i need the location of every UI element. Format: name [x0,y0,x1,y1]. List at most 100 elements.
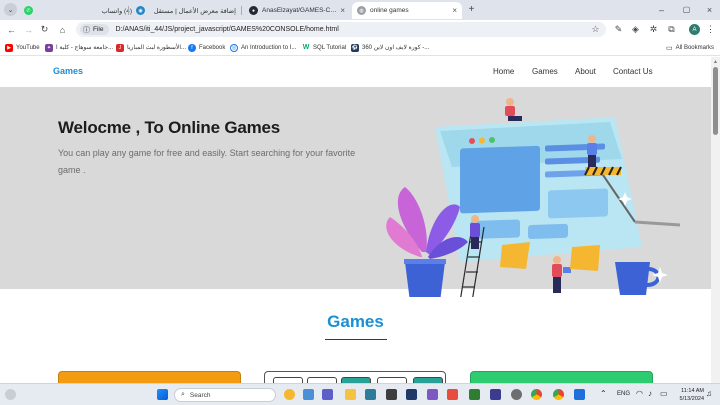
tab-search-button[interactable]: ⌄ [4,3,17,16]
puzzle-extension-icon[interactable]: ⧉ [665,23,678,36]
bookmark-sql-tutorial[interactable]: W SQL Tutorial [302,42,346,53]
hero-illustration [386,98,681,297]
sticky-note [500,242,530,269]
teams-icon[interactable] [322,389,333,400]
bookmark-introduction[interactable]: ◎ An Introduction to I... [230,42,296,53]
menu-icon[interactable]: ⋮ [704,23,717,36]
back-icon[interactable]: ← [5,23,18,36]
bookmark-label: جامعة سوهاج - كلية ا... [56,45,114,51]
visual-studio-icon[interactable] [427,389,438,400]
search-icon: ⌕ [181,391,185,398]
task-view-icon[interactable] [303,389,314,400]
clock[interactable]: 11:14 AM 5/13/2024 [671,387,704,403]
folder-icon: ▭ [666,44,673,52]
chrome-icon[interactable] [553,389,564,400]
person-sitting-on-screen [505,98,522,121]
soccer-icon: ⚽ [351,43,359,52]
tab-title: online games [370,7,409,14]
shield-extension-icon[interactable]: ◈ [629,23,642,36]
facebook-icon: f [188,43,196,52]
bookmark-label: An Introduction to I... [241,44,297,51]
close-icon[interactable]: × [340,6,345,15]
edit-pen-icon[interactable]: ✎ [612,23,625,36]
nav-link-about[interactable]: About [575,67,596,76]
weather-icon[interactable] [5,389,16,400]
forward-icon[interactable]: → [22,23,35,36]
github-desktop-icon[interactable] [511,389,522,400]
nav-link-contact[interactable]: Contact Us [613,67,653,76]
scroll-up-arrow-icon[interactable]: ▲ [712,59,719,65]
office-icon[interactable] [447,389,458,400]
info-icon: ⓘ [83,26,90,34]
games-section-title: Games [327,312,384,331]
new-tab-button[interactable]: + [465,3,478,16]
windows-start-icon[interactable] [157,389,168,400]
vscode-icon[interactable] [574,389,585,400]
tab-mostaql[interactable]: ◉ إضافة معرض الأعمال | مستقل [131,2,241,19]
reload-icon[interactable]: ↻ [38,23,51,36]
game-card[interactable] [58,371,241,383]
bookmark-facebook[interactable]: f Facebook [188,42,225,53]
site-info-chip[interactable]: ⓘ File [80,24,110,35]
battery-icon[interactable]: ▭ [660,389,671,400]
copilot-icon[interactable] [284,389,295,400]
person-on-platform [587,135,597,167]
tab-whatsapp[interactable]: ✆ (4) واتساب [19,2,137,19]
game-card[interactable] [264,371,446,383]
nav-link-home[interactable]: Home [493,67,514,76]
notification-bell-icon[interactable]: ♫ [706,389,717,400]
person-standing [552,256,571,293]
taskbar-search-box[interactable]: ⌕ Search [174,388,276,402]
bookmark-label: الأسطورة لبث المباريا... [127,45,187,51]
maximize-button[interactable]: ▢ [680,3,693,16]
windows-taskbar: ⌕ Search ⌃ ENG ◠ ♪ ▭ 11:14 AM 5/13/2024 … [0,383,720,405]
clock-date: 5/13/2024 [679,396,704,402]
sticky-note [570,245,600,271]
app-icon[interactable] [469,389,480,400]
avatar[interactable]: A [689,24,700,35]
site-navbar: Games Home Games About Contact Us [0,57,711,87]
bookmarks-bar: ▶ YouTube ✦ جامعة سوهاج - كلية ا... J ال… [0,39,720,56]
bookmark-label: SQL Tutorial [313,44,347,51]
github-icon: ● [249,6,258,15]
window-close-button[interactable]: × [703,3,716,16]
bookmark-university[interactable]: ✦ جامعة سوهاج - كلية ا... [45,42,113,53]
page-scrollbar[interactable]: ▲ [711,57,720,383]
tab-title: AnasElzayat/GAMES-CONSOLE [262,7,337,14]
all-bookmarks-label: All Bookmarks [675,44,714,51]
url-text: D:/ANAS/iti_44/JS/project_javascript/GAM… [115,26,339,33]
bookmark-youtube[interactable]: ▶ YouTube [5,42,40,53]
wifi-icon[interactable]: ◠ [636,389,647,400]
all-bookmarks-button[interactable]: ▭ All Bookmarks [666,42,714,53]
bookmark-stream[interactable]: J الأسطورة لبث المباريا... [116,42,186,53]
store-icon[interactable] [365,389,376,400]
bookmark-label: Facebook [199,44,226,51]
home-icon[interactable]: ⌂ [56,23,69,36]
close-icon[interactable]: × [452,6,457,15]
game-card[interactable] [470,371,653,383]
bookmark-star-icon[interactable]: ☆ [589,23,602,36]
chevron-up-icon[interactable]: ⌃ [600,389,611,400]
file-explorer-icon[interactable] [345,389,356,400]
site-brand[interactable]: Games [53,66,83,76]
chrome-icon[interactable] [531,389,542,400]
app-icon[interactable] [406,389,417,400]
tab-title: (4) واتساب [101,7,132,15]
tab-github[interactable]: ● AnasElzayat/GAMES-CONSOLE × [244,2,350,19]
clock-time: 11:14 AM [681,388,704,394]
bookmark-globe-icon: ◎ [230,43,238,52]
scrollbar-thumb[interactable] [713,67,718,135]
nav-link-games[interactable]: Games [532,67,558,76]
app-icon[interactable] [490,389,501,400]
search-placeholder: Search [189,391,211,399]
address-bar[interactable]: ⓘ File D:/ANAS/iti_44/JS/project_javascr… [76,22,606,37]
section-title-underline [325,339,387,340]
terminal-icon[interactable] [386,389,397,400]
minimize-button[interactable]: – [655,3,668,16]
language-indicator[interactable]: ENG [617,391,630,397]
tab-online-games[interactable]: ◍ online games × [352,2,462,19]
web-page: Games Home Games About Contact Us Welocm… [0,57,711,383]
gear-extension-icon[interactable]: ✲ [647,23,660,36]
volume-icon[interactable]: ♪ [648,389,659,400]
bookmark-kora-live[interactable]: ⚽ 360 كورة لايف اون لاين -... [351,42,429,53]
